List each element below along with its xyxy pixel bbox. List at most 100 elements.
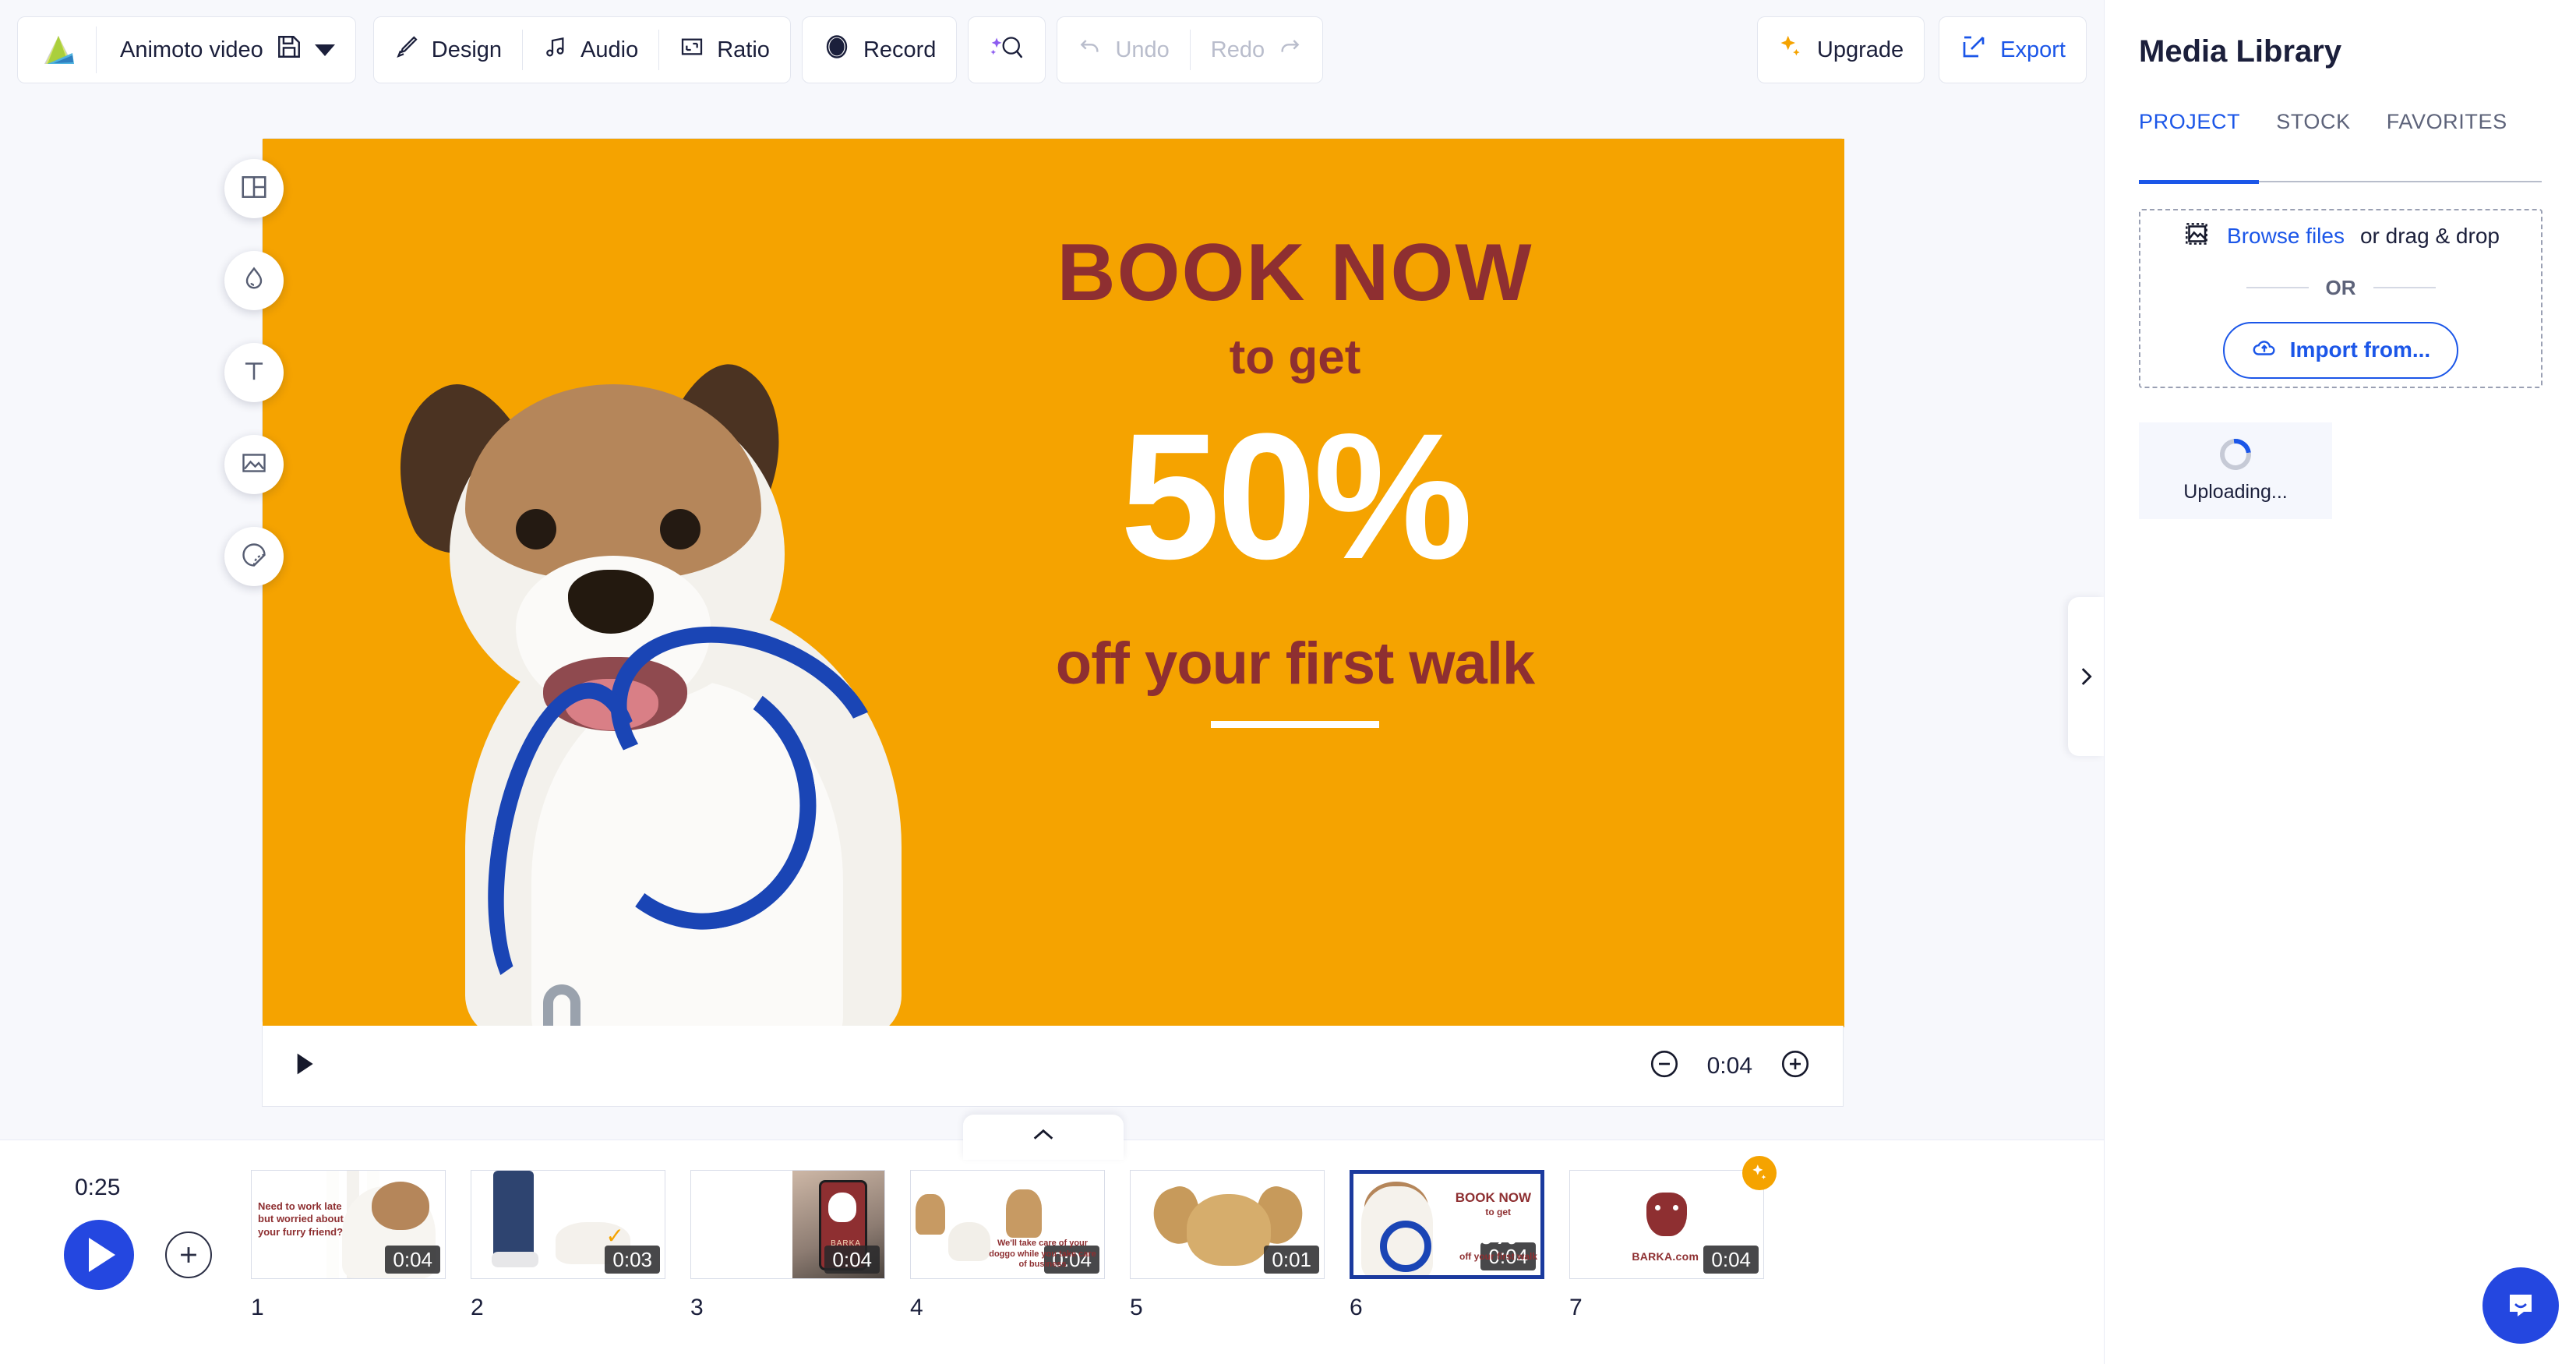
browse-files-row: Browse files or drag & drop bbox=[2182, 219, 2500, 254]
rail-item-layout[interactable] bbox=[224, 159, 284, 218]
edit-tools-group: Design Audio Ratio bbox=[372, 16, 791, 83]
animoto-logo[interactable] bbox=[18, 30, 96, 70]
scene-caption: BARKA bbox=[593, 1182, 657, 1201]
floppy-disk-icon[interactable] bbox=[276, 34, 302, 66]
canvas-discount[interactable]: 50% bbox=[808, 407, 1782, 586]
undo-icon bbox=[1078, 34, 1103, 65]
browse-files-link[interactable]: Browse files bbox=[2227, 224, 2345, 249]
canvas-text-block[interactable]: BOOK NOW to get 50% off your first walk bbox=[808, 230, 1782, 729]
undo-button[interactable]: Undo bbox=[1057, 16, 1189, 83]
project-name-button[interactable]: Animoto video bbox=[100, 16, 355, 83]
sticker-icon bbox=[240, 541, 268, 573]
scene-thumbnail[interactable]: BARKA Connecting you to our nearest dog … bbox=[690, 1170, 885, 1321]
scene-thumbnail[interactable]: Need to work late but worried about your… bbox=[251, 1170, 446, 1321]
timeline-collapse-tab[interactable] bbox=[963, 1115, 1124, 1160]
external-link-icon bbox=[1960, 33, 1988, 67]
rail-item-text[interactable] bbox=[224, 343, 284, 402]
redo-button[interactable]: Redo bbox=[1191, 16, 1322, 83]
ai-search-button[interactable] bbox=[969, 16, 1045, 83]
logo-divider bbox=[96, 27, 97, 73]
scene-duration: 0:04 bbox=[824, 1245, 880, 1274]
spinner-icon bbox=[2213, 432, 2258, 476]
scene-thumbnail[interactable]: BARKA has you covered ✓ 0:03 2 bbox=[471, 1170, 665, 1321]
caret-down-icon[interactable] bbox=[314, 44, 335, 56]
canvas-underline bbox=[1211, 721, 1379, 729]
scene-caption-secondary: to get bbox=[1485, 1207, 1511, 1217]
scene-number: 6 bbox=[1350, 1295, 1363, 1320]
upload-dropzone[interactable]: Browse files or drag & drop OR Import fr… bbox=[2139, 209, 2542, 388]
chevron-right-icon bbox=[2081, 668, 2092, 685]
tab-favorites[interactable]: FAVORITES bbox=[2387, 110, 2507, 151]
canvas-offer[interactable]: off your first walk bbox=[808, 630, 1782, 698]
scene-number: 4 bbox=[910, 1295, 923, 1320]
rail-item-image[interactable] bbox=[224, 435, 284, 494]
scene-number: 1 bbox=[251, 1295, 264, 1320]
import-from-label: Import from... bbox=[2289, 337, 2431, 362]
minus-circle-icon[interactable] bbox=[1648, 1048, 1681, 1084]
text-icon bbox=[239, 356, 269, 390]
scene-duration: 0:04 bbox=[385, 1245, 440, 1274]
plus-circle-icon[interactable] bbox=[1779, 1048, 1812, 1084]
export-button[interactable]: Export bbox=[1939, 16, 2086, 83]
ratio-button[interactable]: Ratio bbox=[659, 16, 790, 83]
or-label: OR bbox=[2325, 275, 2356, 299]
import-from-button[interactable]: Import from... bbox=[2222, 321, 2459, 379]
design-button[interactable]: Design bbox=[374, 16, 522, 83]
scene-number: 5 bbox=[1130, 1295, 1143, 1320]
timeline: 0:25 Need to work late but worried about… bbox=[0, 1140, 2104, 1364]
audio-button[interactable]: Audio bbox=[523, 16, 658, 83]
uploading-media-item: Uploading... bbox=[2139, 422, 2332, 519]
scene-thumbnail[interactable]: BARKA.com 0:04 7 bbox=[1569, 1156, 1777, 1321]
record-button[interactable]: Record bbox=[803, 16, 957, 83]
chat-launcher-button[interactable] bbox=[2482, 1267, 2559, 1344]
canvas-headline[interactable]: BOOK NOW bbox=[808, 230, 1782, 316]
scene-badge[interactable] bbox=[1742, 1156, 1777, 1190]
add-scene-button[interactable] bbox=[165, 1231, 212, 1278]
scene-thumbnail-selected[interactable]: BOOK NOW to get 50% off your first walk … bbox=[1350, 1170, 1544, 1321]
preview-play-button[interactable] bbox=[294, 1051, 316, 1080]
chat-bubble-icon bbox=[2510, 1295, 2532, 1316]
audio-label: Audio bbox=[580, 37, 639, 62]
image-icon bbox=[240, 449, 268, 481]
record-label: Record bbox=[863, 37, 937, 62]
record-icon bbox=[823, 33, 851, 67]
upgrade-button[interactable]: Upgrade bbox=[1758, 16, 1924, 83]
canvas-tool-rail bbox=[224, 159, 293, 619]
project-group: Animoto video bbox=[17, 16, 356, 83]
panel-expand-handle[interactable] bbox=[2068, 597, 2104, 756]
scene-caption-discount: 50% bbox=[1463, 1221, 1517, 1250]
scene-strip: Need to work late but worried about your… bbox=[251, 1156, 1777, 1321]
redo-label: Redo bbox=[1210, 37, 1265, 62]
rail-item-color[interactable] bbox=[224, 251, 284, 310]
scene-caption-secondary: has you covered bbox=[582, 1205, 657, 1217]
undo-redo-group: Undo Redo bbox=[1057, 16, 1324, 83]
scene-duration: 0:04 bbox=[1703, 1245, 1759, 1274]
timeline-play-button[interactable] bbox=[64, 1220, 134, 1290]
ai-search-group bbox=[968, 16, 1046, 83]
scene-number: 3 bbox=[690, 1295, 704, 1320]
scene-caption: Connecting you to our nearest dog walker… bbox=[697, 1199, 787, 1249]
plus-icon bbox=[181, 1247, 196, 1263]
tab-project[interactable]: PROJECT bbox=[2139, 110, 2240, 151]
project-name-label: Animoto video bbox=[120, 37, 263, 62]
export-group: Export bbox=[1939, 16, 2087, 83]
animoto-logo-icon bbox=[44, 36, 74, 64]
preview-stage[interactable]: BOOK NOW to get 50% off your first walk bbox=[262, 138, 1844, 1027]
scene-caption: BOOK NOW bbox=[1455, 1190, 1531, 1205]
scene-caption: We'll take care of your doggo while you … bbox=[989, 1238, 1096, 1270]
canvas-subline[interactable]: to get bbox=[808, 330, 1782, 385]
rail-item-sticker[interactable] bbox=[224, 527, 284, 586]
scene-thumbnail[interactable]: 0:01 5 bbox=[1130, 1170, 1325, 1321]
chevron-up-icon bbox=[1033, 1129, 1053, 1140]
or-line-right bbox=[2373, 287, 2436, 288]
total-duration: 0:25 bbox=[75, 1175, 121, 1200]
upgrade-group: Upgrade bbox=[1756, 16, 1925, 83]
scene-thumbnail[interactable]: We'll take care of your doggo while you … bbox=[910, 1170, 1105, 1321]
or-separator: OR bbox=[2246, 276, 2436, 300]
scene-number: 2 bbox=[471, 1295, 484, 1320]
slide-canvas[interactable]: BOOK NOW to get 50% off your first walk bbox=[263, 139, 1844, 1027]
scene-caption-offer: off your first walk bbox=[1459, 1251, 1537, 1262]
tab-stock[interactable]: STOCK bbox=[2276, 110, 2351, 151]
media-library-panel: Media Library PROJECT STOCK FAVORITES Br… bbox=[2104, 0, 2576, 1364]
sparkle-search-icon bbox=[989, 33, 1025, 67]
